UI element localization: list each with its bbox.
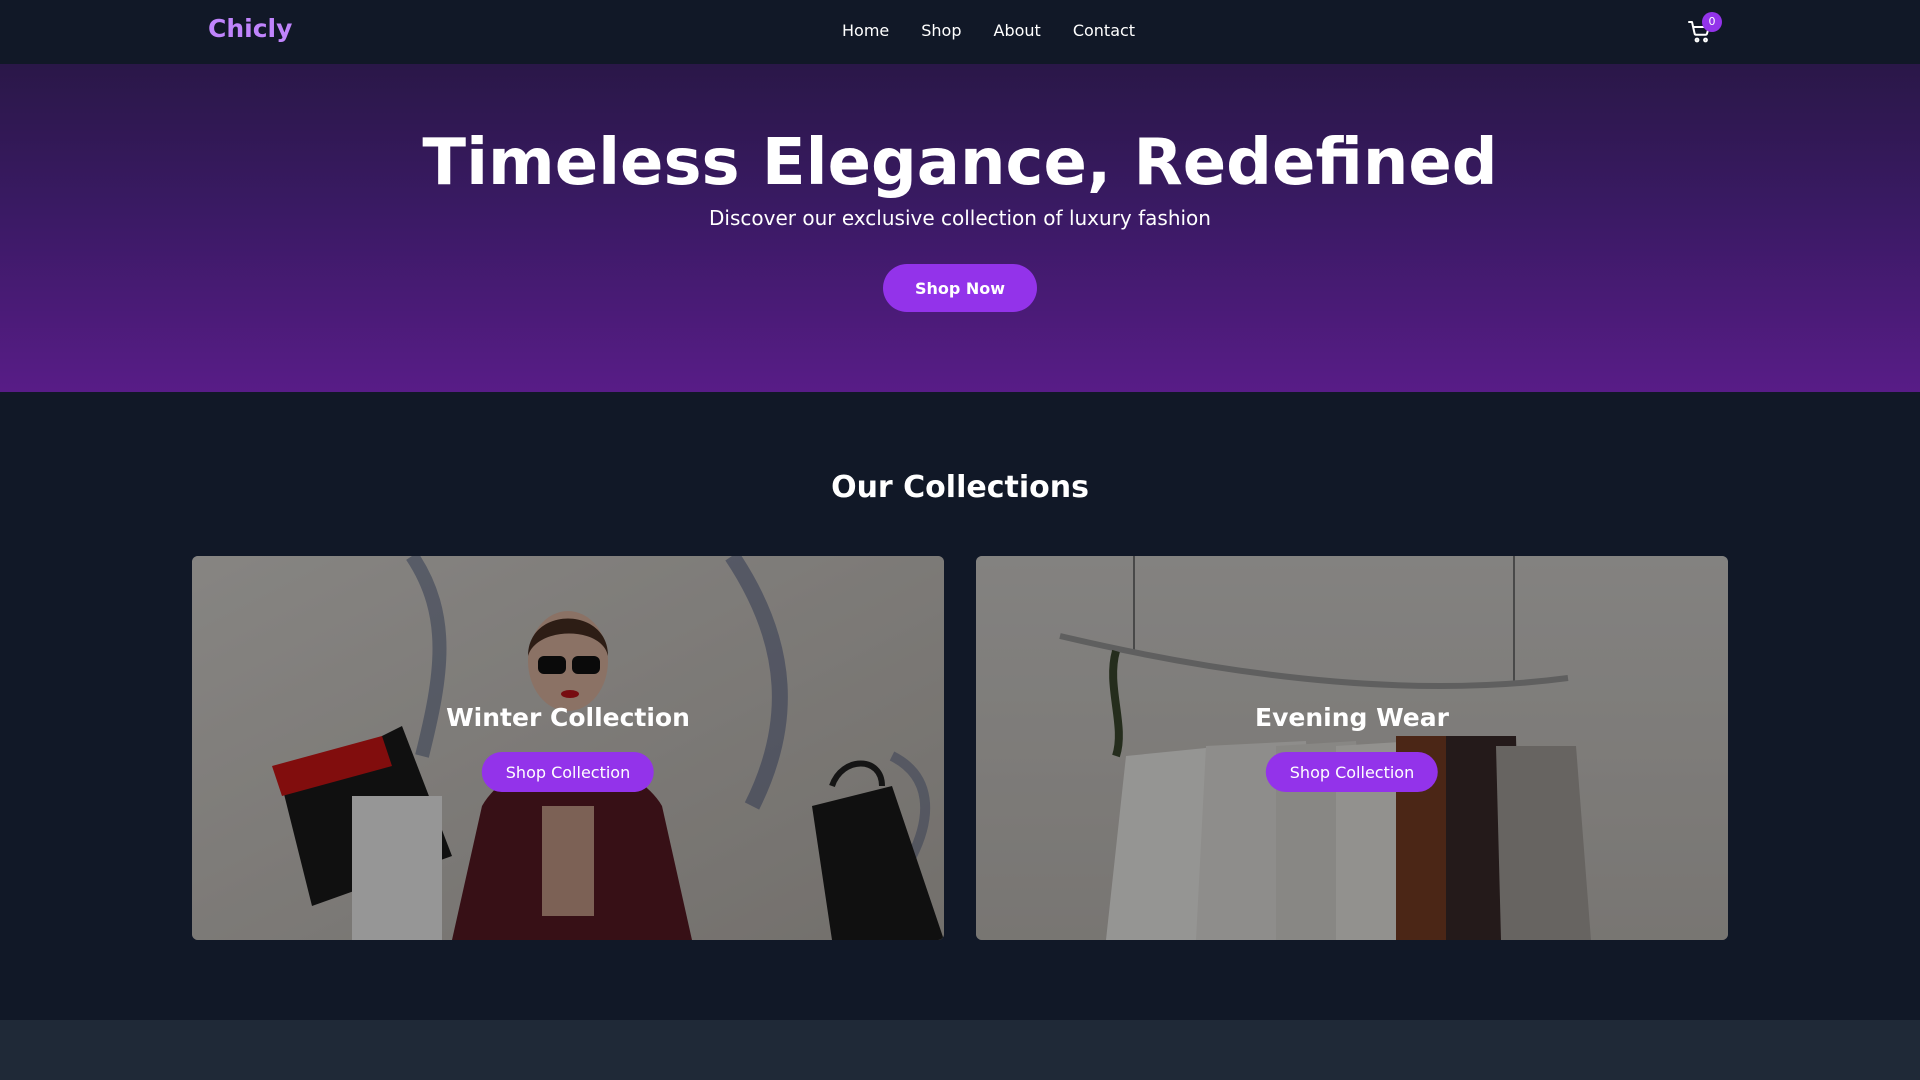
footer: [0, 1020, 1920, 1080]
collection-card-evening[interactable]: Evening Wear Shop Collection: [976, 556, 1728, 940]
card-overlay: [976, 556, 1728, 940]
collection-title: Evening Wear: [1255, 703, 1449, 732]
shop-now-button[interactable]: Shop Now: [883, 264, 1037, 312]
main-nav: Home Shop About Contact: [842, 21, 1135, 41]
hero-title: Timeless Elegance, Redefined: [422, 126, 1498, 200]
hero-banner: Timeless Elegance, Redefined Discover ou…: [0, 64, 1920, 392]
hero-subtitle: Discover our exclusive collection of lux…: [709, 206, 1211, 230]
nav-link-shop[interactable]: Shop: [921, 21, 961, 41]
cart-count-badge: 0: [1702, 12, 1722, 32]
shop-collection-button-winter[interactable]: Shop Collection: [481, 752, 655, 792]
shop-collection-button-evening[interactable]: Shop Collection: [1265, 752, 1439, 792]
card-overlay: [192, 556, 944, 940]
brand-logo[interactable]: Chicly: [208, 14, 292, 43]
collection-card-winter[interactable]: Winter Collection Shop Collection: [192, 556, 944, 940]
cart-button[interactable]: 0: [1686, 12, 1722, 46]
nav-link-home[interactable]: Home: [842, 21, 889, 41]
nav-link-about[interactable]: About: [994, 21, 1041, 41]
collection-title: Winter Collection: [446, 703, 690, 732]
collections-heading: Our Collections: [831, 470, 1089, 505]
top-navbar: Chicly Home Shop About Contact 0: [0, 0, 1920, 64]
nav-link-contact[interactable]: Contact: [1073, 21, 1135, 41]
